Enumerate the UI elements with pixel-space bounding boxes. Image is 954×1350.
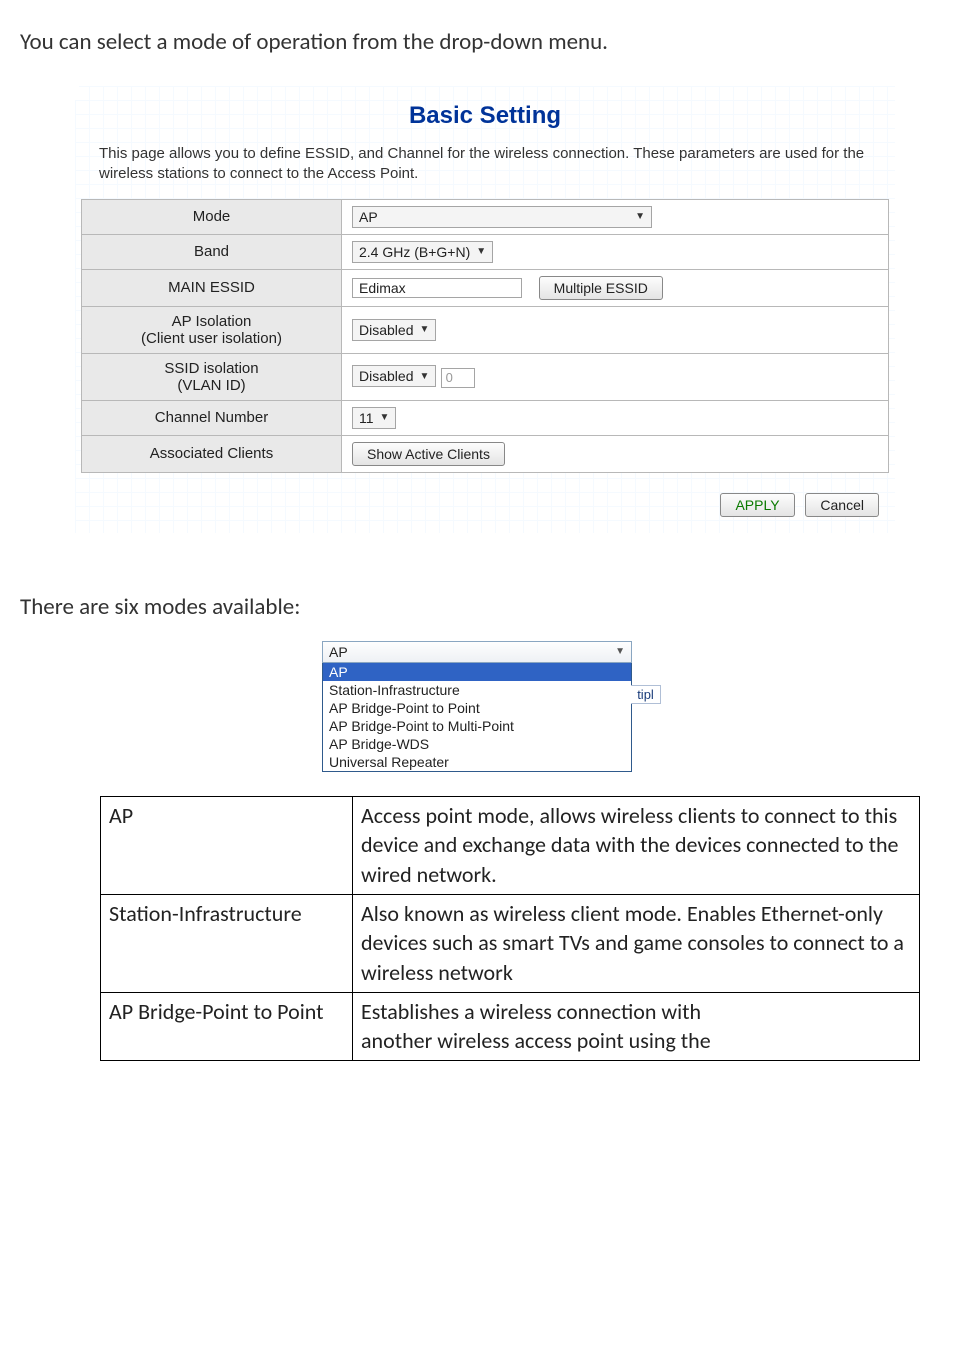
chevron-down-icon: ▼ [419,371,429,382]
mode-label: Mode [82,199,342,234]
apply-button[interactable]: APPLY [720,493,794,517]
chevron-down-icon: ▼ [419,324,429,335]
mode-dropdown-selected: AP [329,644,348,660]
desc-station-key: Station-Infrastructure [101,894,353,992]
band-select[interactable]: 2.4 GHz (B+G+N) ▼ [352,241,493,263]
desc-bridge-val: Establishes a wireless connection with a… [353,992,920,1060]
ap-isolation-select[interactable]: Disabled ▼ [352,319,436,341]
ap-isolation-label-l1: AP Isolation [92,313,331,330]
main-essid-label: MAIN ESSID [82,269,342,306]
mode-select[interactable]: AP ▼ [352,206,652,228]
ap-isolation-label: AP Isolation (Client user isolation) [82,306,342,353]
desc-station-val: Also known as wireless client mode. Enab… [353,894,920,992]
mode-option-ap[interactable]: AP [323,663,631,681]
settings-table: Mode AP ▼ Band 2.4 GHz (B+G+N) ▼ MAIN ES… [81,199,889,473]
panel-description: This page allows you to define ESSID, an… [81,144,889,185]
desc-ap-key: AP [101,796,353,894]
ap-isolation-value: Disabled [359,322,413,338]
ssid-isolation-label-l1: SSID isolation [92,360,331,377]
mode-dropdown-closed[interactable]: AP ▼ [322,641,632,663]
associated-clients-label: Associated Clients [82,435,342,472]
main-essid-input[interactable]: Edimax [352,278,522,298]
side-fragment: tipl [631,685,661,704]
desc-bridge-val-l2: another wireless access point using the [361,1026,911,1056]
channel-label: Channel Number [82,400,342,435]
mode-option-bridge-pmp[interactable]: AP Bridge-Point to Multi-Point [323,717,631,735]
band-value: 2.4 GHz (B+G+N) [359,244,470,260]
desc-bridge-key: AP Bridge-Point to Point [101,992,353,1060]
chevron-down-icon: ▼ [615,646,625,657]
basic-setting-panel: Basic Setting This page allows you to de… [75,86,895,533]
chevron-down-icon: ▼ [380,412,390,423]
mode-dropdown-list: AP Station-Infrastructure AP Bridge-Poin… [322,663,632,772]
modes-intro: There are six modes available: [20,593,934,621]
show-active-clients-button[interactable]: Show Active Clients [352,442,505,466]
vlan-id-input[interactable]: 0 [441,368,475,388]
channel-select[interactable]: 11 ▼ [352,407,396,429]
mode-option-repeater[interactable]: Universal Repeater [323,753,631,771]
ssid-isolation-label: SSID isolation (VLAN ID) [82,353,342,400]
intro-paragraph: You can select a mode of operation from … [20,28,934,56]
mode-value: AP [359,209,378,225]
ssid-isolation-value: Disabled [359,368,413,384]
mode-option-station[interactable]: Station-Infrastructure [323,681,631,699]
mode-dropdown-screenshot: AP ▼ AP Station-Infrastructure AP Bridge… [322,641,632,772]
desc-ap-val: Access point mode, allows wireless clien… [353,796,920,894]
multiple-essid-button[interactable]: Multiple ESSID [539,276,663,300]
ssid-isolation-select[interactable]: Disabled ▼ [352,365,436,387]
channel-value: 11 [359,410,374,426]
chevron-down-icon: ▼ [635,211,645,222]
chevron-down-icon: ▼ [476,246,486,257]
ssid-isolation-label-l2: (VLAN ID) [92,377,331,394]
mode-option-bridge-ptp[interactable]: AP Bridge-Point to Point [323,699,631,717]
mode-description-table: AP Access point mode, allows wireless cl… [100,796,920,1062]
ap-isolation-label-l2: (Client user isolation) [92,330,331,347]
desc-bridge-val-l1: Establishes a wireless connection with [361,997,911,1027]
panel-title: Basic Setting [81,102,889,130]
mode-option-bridge-wds[interactable]: AP Bridge-WDS [323,735,631,753]
cancel-button[interactable]: Cancel [805,493,879,517]
band-label: Band [82,234,342,269]
